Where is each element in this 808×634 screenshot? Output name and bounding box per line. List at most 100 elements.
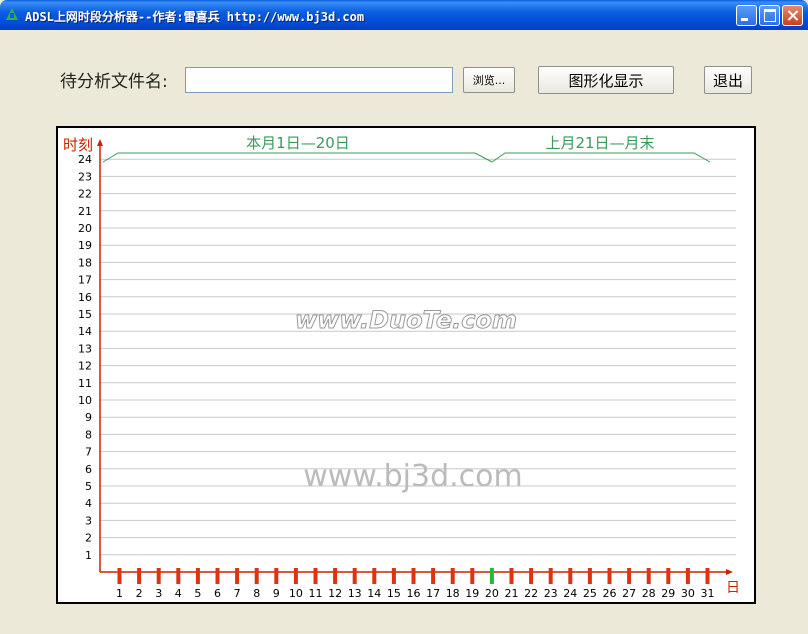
day-mark [411, 568, 416, 584]
exit-button[interactable]: 退出 [704, 66, 752, 94]
x-tick-label: 17 [426, 587, 440, 600]
x-tick-label: 19 [465, 587, 479, 600]
x-tick-label: 29 [661, 587, 675, 600]
file-label: 待分析文件名: [60, 72, 168, 92]
y-tick-label: 10 [78, 394, 92, 407]
x-tick-label: 1 [116, 587, 123, 600]
x-tick-label: 24 [563, 587, 577, 600]
x-tick-label: 14 [367, 587, 381, 600]
day-mark [313, 568, 318, 584]
x-tick-label: 7 [234, 587, 241, 600]
x-tick-label: 26 [603, 587, 617, 600]
day-mark [215, 568, 220, 584]
x-tick-label: 3 [155, 587, 162, 600]
y-tick-label: 3 [85, 514, 92, 527]
day-mark [274, 568, 279, 584]
x-tick-label: 21 [505, 587, 519, 600]
day-mark [450, 568, 455, 584]
x-tick-label: 2 [136, 587, 143, 600]
chart-area: 1 2 3 4 5 6 7 8 9 10 11 12 13 14 15 16 17 18 19 20 21 22 23 24 … [56, 126, 756, 604]
y-tick-label: 18 [78, 256, 92, 269]
day-mark-highlight [489, 568, 494, 584]
x-axis-arrow-icon [726, 569, 733, 575]
y-tick-label: 2 [85, 532, 92, 545]
bracket-right [491, 152, 711, 163]
y-tick-label: 20 [78, 222, 92, 235]
y-tick-label: 19 [78, 239, 92, 252]
day-mark [372, 568, 377, 584]
day-mark [548, 568, 553, 584]
graph-display-button[interactable]: 图形化显示 [538, 66, 674, 94]
minimize-button[interactable] [736, 5, 757, 26]
maximize-button[interactable] [759, 5, 780, 26]
browse-button[interactable]: 浏览... [463, 67, 515, 93]
day-mark [627, 568, 632, 584]
bracket-left [102, 152, 493, 163]
x-tick-label: 30 [681, 587, 695, 600]
x-tick-label: 20 [485, 587, 499, 600]
x-tick-label: 28 [642, 587, 656, 600]
day-mark [431, 568, 436, 584]
window-title: ADSL上网时段分析器--作者:雷喜兵 http://www.bj3d.com [25, 10, 365, 24]
y-tick-label: 5 [85, 480, 92, 493]
day-mark [685, 568, 690, 584]
y-tick-label: 13 [78, 342, 92, 355]
day-mark [156, 568, 161, 584]
day-mark [646, 568, 651, 584]
day-mark [509, 568, 514, 584]
x-axis-label: 日 [726, 580, 740, 596]
y-axis-arrow-icon [97, 139, 103, 146]
day-mark [137, 568, 142, 584]
y-tick-label: 4 [85, 497, 92, 510]
app-triangle-icon [6, 8, 18, 20]
x-tick-label: 10 [289, 587, 303, 600]
close-button[interactable] [782, 5, 803, 26]
day-mark [529, 568, 534, 584]
day-mark [470, 568, 475, 584]
bracket-left-label: 本月1日—20日 [246, 134, 350, 152]
x-tick-label: 5 [194, 587, 201, 600]
x-tick-label: 11 [309, 587, 323, 600]
day-mark [352, 568, 357, 584]
day-mark [705, 568, 710, 584]
time-chart: 123456789101112131415161718192021222324 … [63, 134, 740, 600]
day-mark [333, 568, 338, 584]
watermark-bj3d: www.bj3d.com [303, 459, 523, 494]
x-tick-label: 16 [407, 587, 421, 600]
title-bar: ADSL上网时段分析器--作者:雷喜兵 http://www.bj3d.com [0, 0, 808, 30]
y-tick-label: 24 [78, 153, 92, 166]
x-tick-label: 4 [175, 587, 182, 600]
day-mark [117, 568, 122, 584]
watermark-duote: www.DuoTe.com [295, 306, 517, 334]
day-mark [176, 568, 181, 584]
day-mark [235, 568, 240, 584]
day-mark [195, 568, 200, 584]
day-mark [391, 568, 396, 584]
y-tick-label: 21 [78, 205, 92, 218]
day-mark [666, 568, 671, 584]
y-tick-label: 7 [85, 446, 92, 459]
x-tick-label: 13 [348, 587, 362, 600]
y-tick-label: 6 [85, 463, 92, 476]
bracket-right-label: 上月21日—月末 [545, 134, 654, 152]
x-tick-label: 27 [622, 587, 636, 600]
x-tick-label: 12 [328, 587, 342, 600]
day-mark [254, 568, 259, 584]
y-tick-label: 22 [78, 188, 92, 201]
y-tick-label: 12 [78, 360, 92, 373]
y-tick-label: 15 [78, 308, 92, 321]
y-tick-label: 17 [78, 274, 92, 287]
x-tick-label: 25 [583, 587, 597, 600]
y-axis-label: 时刻 [63, 136, 93, 154]
x-tick-label: 6 [214, 587, 221, 600]
x-tick-label: 22 [524, 587, 538, 600]
day-mark [293, 568, 298, 584]
x-tick-label: 23 [544, 587, 558, 600]
y-tick-label: 16 [78, 291, 92, 304]
y-tick-label: 11 [78, 377, 92, 390]
y-tick-label: 1 [85, 549, 92, 562]
day-mark [568, 568, 573, 584]
y-tick-label: 23 [78, 170, 92, 183]
file-path-input[interactable] [185, 67, 453, 93]
y-tick-label: 9 [85, 411, 92, 424]
